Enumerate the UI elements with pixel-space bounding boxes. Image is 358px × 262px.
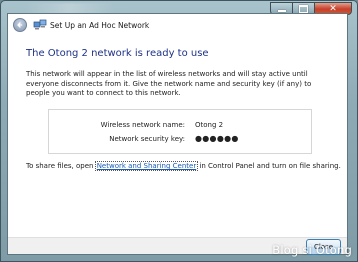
network-name-label: Wireless network name: [100, 121, 185, 129]
share-suffix: in Control Panel and turn on file sharin… [197, 162, 341, 170]
page-heading: The Otong 2 network is ready to use [26, 48, 209, 59]
share-instructions: To share files, open Network and Sharing… [26, 161, 341, 171]
network-info-box: Wireless network name: Otong 2 Network s… [48, 109, 312, 154]
network-icon [33, 19, 47, 30]
share-prefix: To share files, open [26, 162, 96, 170]
network-sharing-center-link[interactable]: Network and Sharing Center [94, 161, 199, 171]
security-key-value: ●●●●●● [195, 134, 239, 143]
minimize-icon [277, 10, 286, 12]
security-key-label: Network security key: [109, 135, 185, 143]
wizard-nav: Set Up an Ad Hoc Network [13, 18, 149, 32]
back-button[interactable] [13, 18, 27, 32]
watermark-text: Blog si Otong [272, 243, 352, 257]
wizard-title: Set Up an Ad Hoc Network [50, 20, 150, 30]
wizard-content: Set Up an Ad Hoc Network The Otong 2 net… [7, 13, 348, 255]
close-icon: ✕ [329, 3, 337, 14]
description-text: This network will appear in the list of … [26, 70, 312, 97]
maximize-icon [299, 4, 308, 13]
security-key-row: Network security key: ●●●●●● [49, 134, 311, 145]
network-name-row: Wireless network name: Otong 2 [49, 121, 311, 131]
back-arrow-icon [17, 22, 23, 28]
network-name-value: Otong 2 [195, 121, 224, 129]
